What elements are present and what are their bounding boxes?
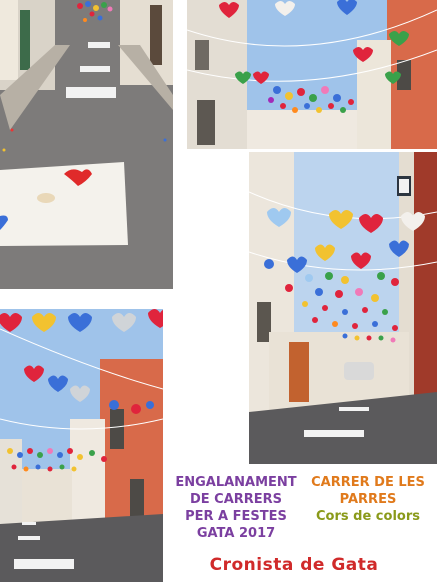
credit-signature: Cronista de Gata (209, 555, 379, 575)
photo-hearts-canopy (187, 0, 437, 149)
photo-hearts-street (0, 309, 163, 582)
hearts-street-image (0, 309, 163, 582)
photo-lamp-street (249, 152, 437, 464)
caption-left-line-4: GATA 2017 (196, 526, 276, 541)
caption-right-subtitle: Cors de colors (316, 509, 420, 524)
caption-left-line-1: ENGALANAMENT (175, 475, 297, 490)
caption-right-line-2: PARRES (339, 492, 397, 507)
lamp-street-image (249, 152, 437, 464)
photo-street-floor (0, 0, 173, 289)
caption-left-line-3: PER A FESTES (185, 509, 287, 524)
caption-right-line-1: CARRER DE LES (311, 475, 425, 490)
caption-left-line-2: DE CARRERS (189, 492, 283, 507)
street-floor-image (0, 0, 173, 289)
caption-left: ENGALANAMENT DE CARRERS PER A FESTES GAT… (172, 474, 300, 542)
caption-right: CARRER DE LES PARRES Cors de colors (309, 474, 427, 525)
hearts-canopy-image (187, 0, 437, 149)
